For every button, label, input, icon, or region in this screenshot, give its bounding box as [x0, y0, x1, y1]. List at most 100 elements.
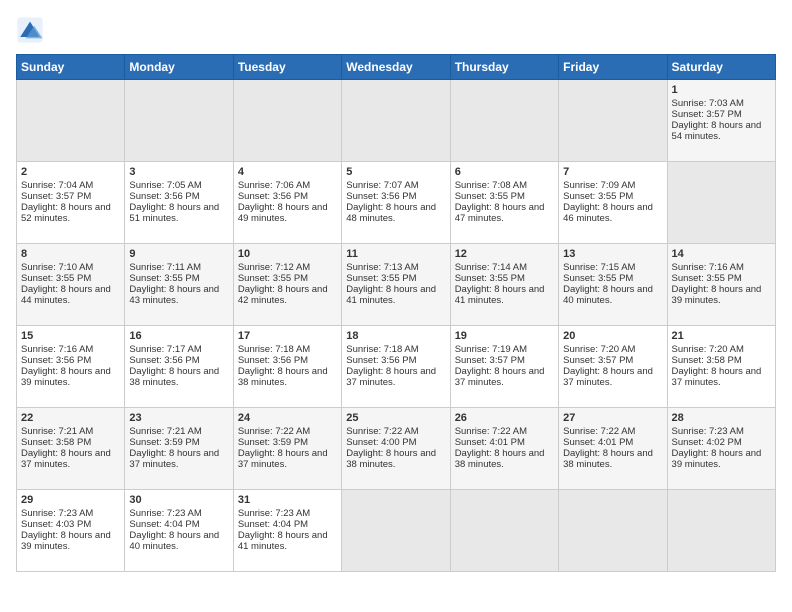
calendar-cell: 24Sunrise: 7:22 AMSunset: 3:59 PMDayligh… [233, 408, 341, 490]
day-number: 10 [238, 248, 337, 260]
day-number: 21 [672, 330, 771, 342]
calendar-cell [450, 490, 558, 572]
sunset: Sunset: 3:56 PM [129, 191, 199, 202]
daylight: Daylight: 8 hours and 41 minutes. [238, 530, 328, 552]
sunrise: Sunrise: 7:21 AM [21, 426, 93, 437]
sunrise: Sunrise: 7:22 AM [238, 426, 310, 437]
day-number: 18 [346, 330, 445, 342]
daylight: Daylight: 8 hours and 37 minutes. [21, 448, 111, 470]
daylight: Daylight: 8 hours and 39 minutes. [21, 366, 111, 388]
calendar-cell: 1Sunrise: 7:03 AMSunset: 3:57 PMDaylight… [667, 80, 775, 162]
day-number: 27 [563, 412, 662, 424]
day-number: 31 [238, 494, 337, 506]
calendar-cell: 28Sunrise: 7:23 AMSunset: 4:02 PMDayligh… [667, 408, 775, 490]
calendar-cell: 23Sunrise: 7:21 AMSunset: 3:59 PMDayligh… [125, 408, 233, 490]
sunset: Sunset: 3:55 PM [563, 273, 633, 284]
sunset: Sunset: 3:56 PM [346, 191, 416, 202]
day-number: 4 [238, 166, 337, 178]
calendar-cell [450, 80, 558, 162]
sunset: Sunset: 4:02 PM [672, 437, 742, 448]
sunrise: Sunrise: 7:20 AM [563, 344, 635, 355]
daylight: Daylight: 8 hours and 37 minutes. [672, 366, 762, 388]
day-number: 24 [238, 412, 337, 424]
calendar-cell: 7Sunrise: 7:09 AMSunset: 3:55 PMDaylight… [559, 162, 667, 244]
calendar-cell: 10Sunrise: 7:12 AMSunset: 3:55 PMDayligh… [233, 244, 341, 326]
day-number: 1 [672, 84, 771, 96]
sunrise: Sunrise: 7:04 AM [21, 180, 93, 191]
calendar-cell [559, 80, 667, 162]
daylight: Daylight: 8 hours and 37 minutes. [238, 448, 328, 470]
daylight: Daylight: 8 hours and 44 minutes. [21, 284, 111, 306]
calendar-cell: 12Sunrise: 7:14 AMSunset: 3:55 PMDayligh… [450, 244, 558, 326]
sunset: Sunset: 3:55 PM [672, 273, 742, 284]
sunrise: Sunrise: 7:08 AM [455, 180, 527, 191]
sunrise: Sunrise: 7:23 AM [129, 508, 201, 519]
sunrise: Sunrise: 7:22 AM [455, 426, 527, 437]
sunrise: Sunrise: 7:22 AM [346, 426, 418, 437]
calendar-cell: 4Sunrise: 7:06 AMSunset: 3:56 PMDaylight… [233, 162, 341, 244]
daylight: Daylight: 8 hours and 51 minutes. [129, 202, 219, 224]
day-header: Friday [559, 55, 667, 80]
calendar-cell: 27Sunrise: 7:22 AMSunset: 4:01 PMDayligh… [559, 408, 667, 490]
calendar-week-row: 29Sunrise: 7:23 AMSunset: 4:03 PMDayligh… [17, 490, 776, 572]
day-header: Saturday [667, 55, 775, 80]
day-number: 26 [455, 412, 554, 424]
sunrise: Sunrise: 7:10 AM [21, 262, 93, 273]
daylight: Daylight: 8 hours and 39 minutes. [672, 284, 762, 306]
calendar-week-row: 15Sunrise: 7:16 AMSunset: 3:56 PMDayligh… [17, 326, 776, 408]
calendar-week-row: 2Sunrise: 7:04 AMSunset: 3:57 PMDaylight… [17, 162, 776, 244]
sunset: Sunset: 4:03 PM [21, 519, 91, 530]
daylight: Daylight: 8 hours and 40 minutes. [129, 530, 219, 552]
daylight: Daylight: 8 hours and 37 minutes. [346, 366, 436, 388]
day-number: 22 [21, 412, 120, 424]
daylight: Daylight: 8 hours and 37 minutes. [129, 448, 219, 470]
sunset: Sunset: 3:57 PM [455, 355, 525, 366]
sunrise: Sunrise: 7:07 AM [346, 180, 418, 191]
day-header: Sunday [17, 55, 125, 80]
sunrise: Sunrise: 7:14 AM [455, 262, 527, 273]
day-number: 16 [129, 330, 228, 342]
calendar-cell: 6Sunrise: 7:08 AMSunset: 3:55 PMDaylight… [450, 162, 558, 244]
sunrise: Sunrise: 7:23 AM [672, 426, 744, 437]
header-row [16, 16, 776, 44]
day-number: 5 [346, 166, 445, 178]
sunset: Sunset: 3:55 PM [455, 191, 525, 202]
sunset: Sunset: 3:58 PM [672, 355, 742, 366]
calendar-cell: 29Sunrise: 7:23 AMSunset: 4:03 PMDayligh… [17, 490, 125, 572]
day-number: 13 [563, 248, 662, 260]
calendar-cell: 17Sunrise: 7:18 AMSunset: 3:56 PMDayligh… [233, 326, 341, 408]
daylight: Daylight: 8 hours and 46 minutes. [563, 202, 653, 224]
day-number: 2 [21, 166, 120, 178]
sunset: Sunset: 3:56 PM [346, 355, 416, 366]
sunset: Sunset: 4:00 PM [346, 437, 416, 448]
calendar-cell [17, 80, 125, 162]
day-header: Wednesday [342, 55, 450, 80]
sunrise: Sunrise: 7:12 AM [238, 262, 310, 273]
daylight: Daylight: 8 hours and 38 minutes. [238, 366, 328, 388]
sunset: Sunset: 4:04 PM [129, 519, 199, 530]
day-number: 14 [672, 248, 771, 260]
sunset: Sunset: 3:56 PM [21, 355, 91, 366]
calendar-cell: 2Sunrise: 7:04 AMSunset: 3:57 PMDaylight… [17, 162, 125, 244]
daylight: Daylight: 8 hours and 38 minutes. [129, 366, 219, 388]
calendar-cell: 26Sunrise: 7:22 AMSunset: 4:01 PMDayligh… [450, 408, 558, 490]
day-number: 3 [129, 166, 228, 178]
calendar-container: SundayMondayTuesdayWednesdayThursdayFrid… [0, 0, 792, 582]
sunset: Sunset: 3:56 PM [238, 191, 308, 202]
sunset: Sunset: 4:04 PM [238, 519, 308, 530]
sunset: Sunset: 3:55 PM [455, 273, 525, 284]
calendar-cell: 31Sunrise: 7:23 AMSunset: 4:04 PMDayligh… [233, 490, 341, 572]
sunset: Sunset: 3:56 PM [238, 355, 308, 366]
sunset: Sunset: 3:55 PM [563, 191, 633, 202]
sunrise: Sunrise: 7:16 AM [21, 344, 93, 355]
logo-icon [16, 16, 44, 44]
calendar-cell: 9Sunrise: 7:11 AMSunset: 3:55 PMDaylight… [125, 244, 233, 326]
day-header: Monday [125, 55, 233, 80]
calendar-cell: 5Sunrise: 7:07 AMSunset: 3:56 PMDaylight… [342, 162, 450, 244]
day-header: Tuesday [233, 55, 341, 80]
calendar-week-row: 1Sunrise: 7:03 AMSunset: 3:57 PMDaylight… [17, 80, 776, 162]
calendar-cell: 14Sunrise: 7:16 AMSunset: 3:55 PMDayligh… [667, 244, 775, 326]
calendar-cell: 21Sunrise: 7:20 AMSunset: 3:58 PMDayligh… [667, 326, 775, 408]
sunset: Sunset: 3:55 PM [21, 273, 91, 284]
calendar-cell: 18Sunrise: 7:18 AMSunset: 3:56 PMDayligh… [342, 326, 450, 408]
